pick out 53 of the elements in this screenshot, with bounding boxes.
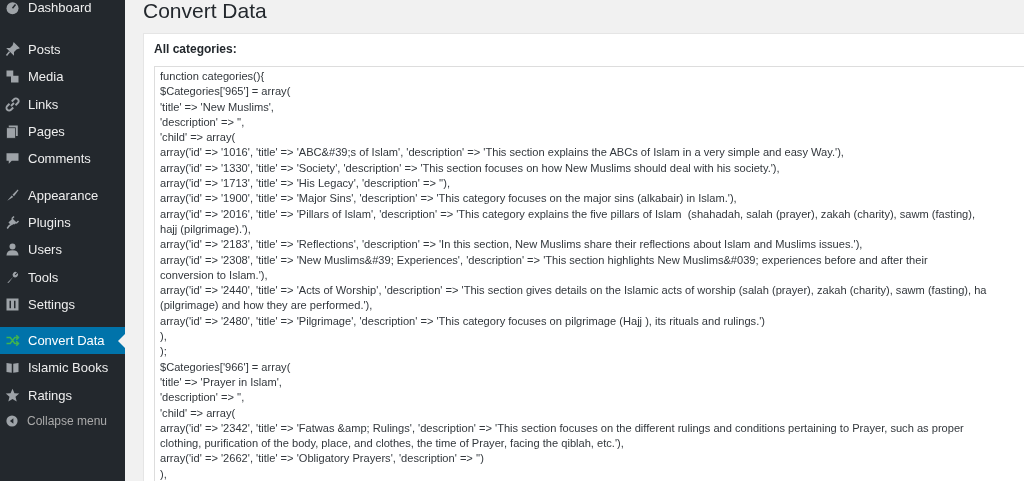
field-label: All categories: <box>154 42 238 56</box>
code-line: 'description' => '', <box>160 390 246 406</box>
code-line: array('id' => '2662', 'title' => 'Obligatory Prayers', 'description' => '') <box>160 451 485 467</box>
code-line: 'title' => 'Prayer in Islam', <box>160 374 283 390</box>
code-line: $Categories['965'] = array( <box>160 84 292 100</box>
code-line: $Categories['966'] = array( <box>160 359 292 375</box>
code-line: (pilgrimage) and how they are performed.'), <box>160 298 374 314</box>
code-line: array('id' => '1016', 'title' => 'ABC&#39;s of Islam', 'description' => 'This section explains the ABCs of Islam in a very simple and easy Way.'), <box>160 145 845 161</box>
code-line: array('id' => '1900', 'title' => 'Major Sins', 'description' => 'This category focuses on the major sins (alkabair) in Islam.'), <box>160 191 738 207</box>
code-line: conversion to Islam.'), <box>160 267 269 283</box>
shuffle-icon <box>5 333 20 349</box>
user-icon <box>5 242 20 258</box>
link-icon <box>5 96 20 112</box>
menu-item[interactable]: Dashboard <box>0 0 125 12</box>
menu-item[interactable]: Convert Data <box>0 326 125 355</box>
code-line: function categories(){ <box>160 69 266 84</box>
menu-item[interactable]: Links <box>0 90 125 118</box>
code-line: 'title' => 'New Muslims', <box>160 99 275 115</box>
menu-item[interactable]: Tools <box>0 263 125 291</box>
collapse-menu-button[interactable]: Collapse menu <box>0 408 125 433</box>
code-line: ); <box>160 344 168 360</box>
code-line: 'child' => array( <box>160 130 237 146</box>
book-icon <box>5 360 20 376</box>
pages-icon <box>5 124 20 140</box>
pin-icon <box>5 42 20 58</box>
code-line: ), <box>160 329 168 345</box>
code-line: array('id' => '2440', 'title' => 'Acts of Worship', 'description' => 'This section gives details on the Islamic acts of worship (salah (prayer), zakah (charity), sawm (fasting), ha <box>160 283 988 299</box>
code-line: 'description' => '', <box>160 114 246 130</box>
code-line: array('id' => '1330', 'title' => 'Society', 'description' => 'This section focuses on how New Muslims should deal with his society.'), <box>160 160 781 176</box>
page-title: Convert Data <box>143 0 268 24</box>
code-line: array('id' => '2342', 'title' => 'Fatwas &amp; Rulings', 'description' => 'This section focuses on the different rulings and conditions pertaining to Prayer, such as proper <box>160 420 965 436</box>
menu-item[interactable]: Ratings <box>0 381 125 409</box>
menu-item[interactable]: Appearance <box>0 181 125 209</box>
code-line: array('id' => '1713', 'title' => 'His Legacy', 'description' => ''), <box>160 176 451 192</box>
code-line: array('id' => '2016', 'title' => 'Pillars of Islam', 'description' => 'This category explains the five pillars of Islam (shahadah, salah (prayer), zakah (charity), sawm (fasting), <box>160 206 976 222</box>
code-line: clothing, purification of the body, place, and clothes, the time of Prayer, facing the qiblah, etc.'), <box>160 436 625 452</box>
code-line: array('id' => '2308', 'title' => 'New Muslims&#39; Experiences', 'description' => 'This section highlights New Muslims&#039; experiences before and after their <box>160 252 929 268</box>
menu-item[interactable]: Posts <box>0 36 125 64</box>
code-line: 'child' => array( <box>160 405 237 421</box>
code-line: hajj (pilgrimage).'), <box>160 221 252 237</box>
media-icon <box>5 69 20 85</box>
menu-item[interactable]: Users <box>0 236 125 264</box>
star-icon <box>5 387 20 403</box>
menu-item[interactable]: Plugins <box>0 208 125 237</box>
menu-item[interactable]: Settings <box>0 290 125 318</box>
sliders-icon <box>5 296 20 312</box>
menu-item[interactable]: Pages <box>0 117 125 146</box>
code-line: ), <box>160 466 168 481</box>
code-line: array('id' => '2183', 'title' => 'Reflections', 'description' => 'In this section, New Muslims share their reflections about Islam and Muslims issues.'), <box>160 237 864 253</box>
menu-item[interactable]: Media <box>0 63 125 91</box>
menu-item[interactable]: Comments <box>0 145 125 173</box>
code-line: array('id' => '2480', 'title' => 'Pilgrimage', 'description' => 'This category focuses on pilgrimage (Hajj ), its rituals and rulings.') <box>160 313 767 329</box>
menu-item[interactable]: Islamic Books <box>0 354 125 382</box>
